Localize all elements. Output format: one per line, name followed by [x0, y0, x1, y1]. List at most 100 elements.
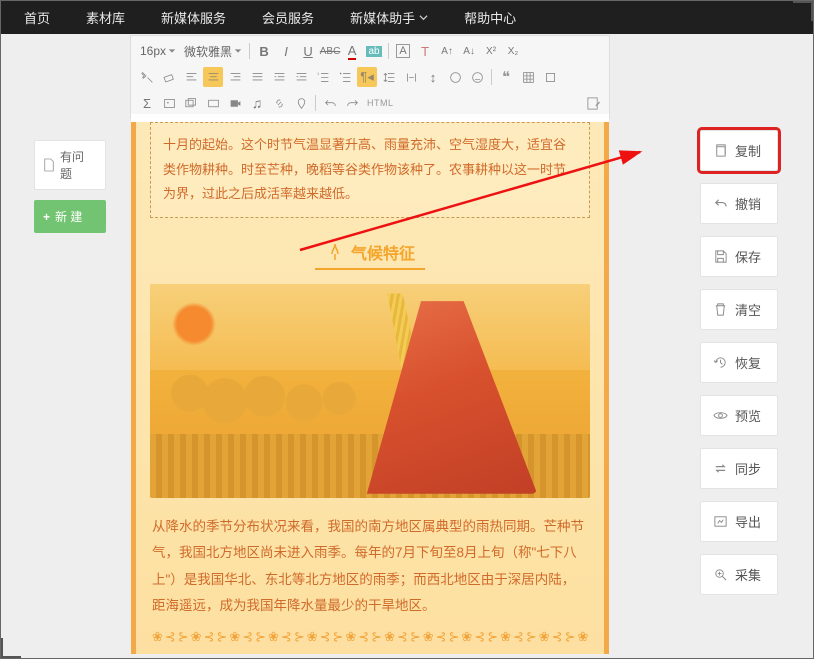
article-body: 十月的起始。这个时节气温显著升高、雨量充沛、空气湿度大，适宜谷类作物耕种。时至芒…: [131, 122, 609, 654]
left-panel: 有问题 + 新 建: [34, 140, 106, 233]
quote-button[interactable]: ❝: [496, 67, 516, 87]
nav-help[interactable]: 帮助中心: [446, 0, 534, 34]
indent-decrease-button[interactable]: [269, 67, 289, 87]
copy-button[interactable]: 复制: [700, 130, 778, 171]
eye-icon: [713, 408, 728, 423]
collect-button[interactable]: 采集: [700, 554, 778, 595]
editor-canvas[interactable]: 十月的起始。这个时节气温显著升高、雨量充沛、空气湿度大，适宜谷类作物耕种。时至芒…: [131, 114, 609, 654]
edit-template-button[interactable]: [583, 93, 603, 113]
superscript-button[interactable]: X²: [481, 41, 501, 61]
nav-assistant[interactable]: 新媒体助手: [332, 0, 446, 34]
copy-label: 复制: [735, 141, 761, 160]
audio-button[interactable]: ♫: [247, 93, 267, 113]
paragraph-mark-button[interactable]: ¶◂: [357, 67, 377, 87]
line-height-button[interactable]: [379, 67, 399, 87]
video-icon: [229, 97, 242, 110]
underline-button[interactable]: U: [298, 41, 318, 61]
new-button[interactable]: + 新 建: [34, 200, 106, 233]
sigma-button[interactable]: Σ: [137, 93, 157, 113]
undo-action-button[interactable]: 撤销: [700, 183, 778, 224]
font-color-button[interactable]: A: [342, 41, 362, 61]
card-icon: [207, 97, 220, 110]
top-navbar: 首页 素材库 新媒体服务 会员服务 新媒体助手 帮助中心: [0, 0, 814, 34]
subscript-button[interactable]: X₂: [503, 41, 523, 61]
video-button[interactable]: [225, 93, 245, 113]
text-color-button[interactable]: T: [415, 41, 435, 61]
save-label: 保存: [735, 247, 761, 266]
paragraph-text[interactable]: 从降水的季节分布状况来看，我国的南方地区属典型的雨热同期。芒种节气，我国北方地区…: [152, 514, 588, 619]
font-increase-button[interactable]: A↑: [437, 41, 457, 61]
smile-icon: [471, 71, 484, 84]
issue-button[interactable]: 有问题: [34, 140, 106, 190]
eraser-icon: [163, 71, 176, 84]
nav-member[interactable]: 会员服务: [244, 0, 332, 34]
clear-button[interactable]: 清空: [700, 289, 778, 330]
preview-button[interactable]: 预览: [700, 395, 778, 436]
unordered-list-button[interactable]: [335, 67, 355, 87]
article-image[interactable]: [150, 284, 590, 498]
page-bg-button[interactable]: [540, 67, 560, 87]
image-button[interactable]: [159, 93, 179, 113]
strikethrough-button[interactable]: ABC: [320, 41, 340, 61]
svg-text:1: 1: [317, 71, 320, 76]
font-size-value: 16px: [140, 44, 166, 58]
ordered-list-icon: 1: [317, 71, 330, 84]
background-button[interactable]: [445, 67, 465, 87]
highlight-button[interactable]: ab: [364, 41, 384, 61]
indent-increase-button[interactable]: [291, 67, 311, 87]
issue-label: 有问题: [60, 148, 95, 182]
chevron-down-icon: [419, 13, 428, 22]
image-icon: [163, 97, 176, 110]
html-button[interactable]: HTML: [364, 93, 397, 113]
align-left-button[interactable]: [181, 67, 201, 87]
font-size-select[interactable]: 16px: [137, 44, 179, 58]
table-button[interactable]: [518, 67, 538, 87]
sync-button[interactable]: 同步: [700, 448, 778, 489]
clear-format-button[interactable]: [159, 67, 179, 87]
emoji-button[interactable]: [467, 67, 487, 87]
plus-icon: +: [43, 210, 50, 224]
redo-button[interactable]: [342, 93, 362, 113]
letter-spacing-button[interactable]: [401, 67, 421, 87]
section-heading[interactable]: 气候特征: [136, 240, 604, 270]
restore-button[interactable]: 恢复: [700, 342, 778, 383]
link-icon: [273, 97, 286, 110]
nav-library[interactable]: 素材库: [68, 0, 143, 34]
nav-home[interactable]: 首页: [6, 0, 68, 34]
text-block-selected[interactable]: 十月的起始。这个时节气温显著升高、雨量充沛、空气湿度大，适宜谷类作物耕种。时至芒…: [150, 122, 590, 218]
gallery-button[interactable]: [181, 93, 201, 113]
link-button[interactable]: [269, 93, 289, 113]
caret-down-icon: [234, 47, 242, 55]
letter-spacing-icon: [405, 71, 418, 84]
align-center-button[interactable]: [203, 67, 223, 87]
collect-label: 采集: [735, 565, 761, 584]
indent-decrease-icon: [273, 71, 286, 84]
magnify-icon: [713, 567, 728, 582]
align-justify-button[interactable]: [247, 67, 267, 87]
anchor-button[interactable]: [291, 93, 311, 113]
nav-service[interactable]: 新媒体服务: [143, 0, 244, 34]
italic-button[interactable]: I: [276, 41, 296, 61]
font-box-button[interactable]: A: [393, 41, 413, 61]
bold-button[interactable]: B: [254, 41, 274, 61]
align-right-icon: [229, 71, 242, 84]
ordered-list-button[interactable]: 1: [313, 67, 333, 87]
undo-button[interactable]: [320, 93, 340, 113]
font-family-select[interactable]: 微软雅黑: [181, 43, 245, 60]
history-icon: [713, 355, 728, 370]
file-icon: [43, 158, 55, 172]
align-justify-icon: [251, 71, 264, 84]
export-button[interactable]: 导出: [700, 501, 778, 542]
trash-icon: [713, 302, 728, 317]
layers-icon: [544, 71, 557, 84]
nav-assistant-label: 新媒体助手: [350, 8, 415, 27]
text-direction-button[interactable]: ↕: [423, 67, 443, 87]
save-icon: [713, 249, 728, 264]
save-button[interactable]: 保存: [700, 236, 778, 277]
font-decrease-button[interactable]: A↓: [459, 41, 479, 61]
format-paint-icon: [141, 71, 154, 84]
wheat-icon: [325, 242, 345, 262]
format-paint-button[interactable]: [137, 67, 157, 87]
align-right-button[interactable]: [225, 67, 245, 87]
card-button[interactable]: [203, 93, 223, 113]
